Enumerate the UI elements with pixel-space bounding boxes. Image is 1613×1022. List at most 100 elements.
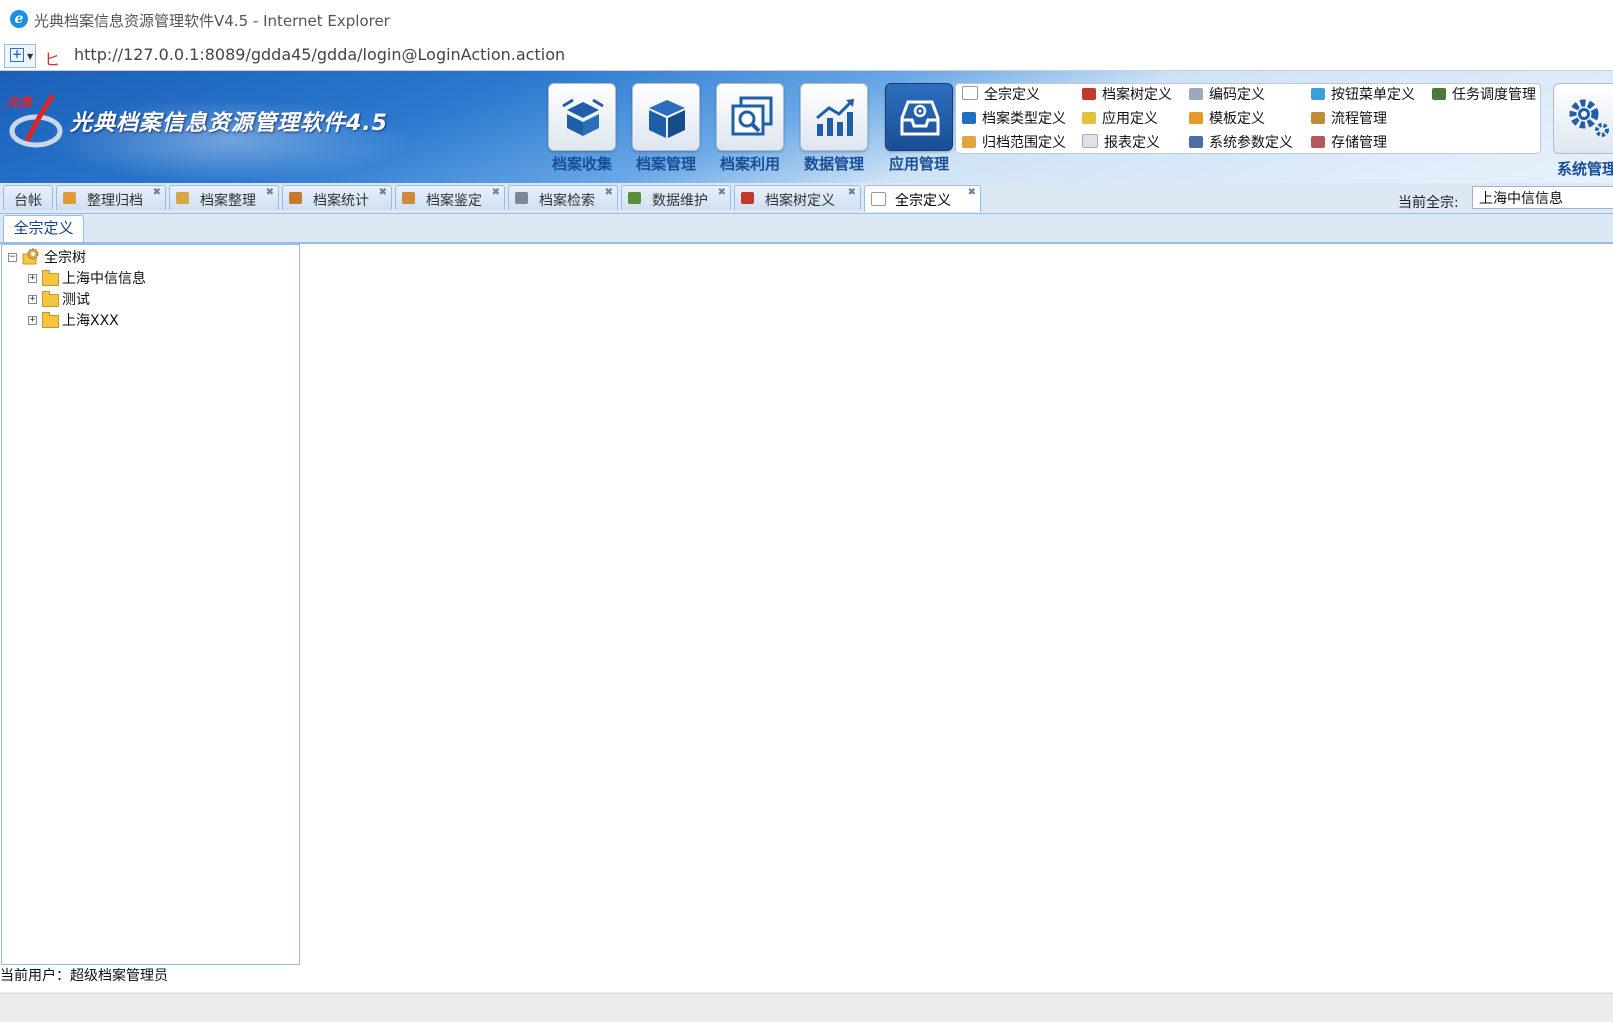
module-archive-collect[interactable]: 档案收集 (548, 71, 616, 173)
workflow-icon (1311, 112, 1325, 124)
menu-item-app-def[interactable]: 应用定义 (1082, 108, 1158, 128)
tab-label: 档案整理 (200, 193, 256, 209)
menu-item-report-def[interactable]: 报表定义 (1082, 132, 1160, 152)
module-icon-box (885, 83, 953, 151)
archive-type-icon (962, 112, 976, 124)
chevron-down-icon: ▼ (27, 52, 34, 61)
tab-data-maintenance[interactable]: 数据维护 ✖ (621, 185, 731, 210)
tools-icon (515, 192, 528, 204)
tree-node-label: 上海中信信息 (62, 271, 146, 287)
module-label: 系统管理 (1557, 160, 1613, 178)
module-label: 应用管理 (888, 155, 949, 173)
module-label: 档案管理 (635, 155, 696, 173)
expand-toggle-icon[interactable]: + (28, 295, 37, 304)
subtab-zong-def[interactable]: 全宗定义 (3, 215, 84, 242)
close-icon[interactable]: ✖ (492, 187, 500, 198)
app-tray-gear-icon (900, 100, 940, 136)
brand-logo-icon: 光典 (6, 94, 63, 148)
menu-item-label: 系统参数定义 (1209, 135, 1293, 151)
close-icon[interactable]: ✖ (266, 187, 274, 198)
module-icon-box (800, 83, 868, 151)
tab-label: 台帐 (14, 193, 42, 209)
menu-item-button-menu-def[interactable]: 按钮菜单定义 (1311, 84, 1415, 104)
menu-item-code-def[interactable]: 编码定义 (1189, 84, 1265, 104)
browser-status-bar (0, 993, 1613, 1022)
current-user-text: 当前用户：超级档案管理员 (0, 968, 168, 984)
collapse-toggle-icon[interactable]: − (8, 253, 17, 262)
menu-item-label: 报表定义 (1104, 135, 1160, 151)
menu-item-label: 档案类型定义 (982, 111, 1066, 127)
handshake-icon (63, 192, 76, 204)
module-archive-manage[interactable]: 档案管理 (632, 71, 700, 173)
tab-label: 数据维护 (652, 193, 708, 209)
tab-archive-organize[interactable]: 档案整理 ✖ (169, 185, 279, 210)
app-manage-menu: 全宗定义 档案树定义 编码定义 按钮菜单定义 任务调度管理 档案类型定义 应用定… (955, 83, 1541, 154)
stats-icon (289, 192, 302, 204)
logo-text: 光典 (6, 95, 33, 111)
code-def-icon (1189, 88, 1203, 100)
new-tab-dropdown-button[interactable]: + ▼ (4, 44, 36, 68)
archive-scope-icon (962, 136, 976, 148)
tab-ledger[interactable]: 台帐 (3, 185, 53, 210)
menu-item-label: 归档范围定义 (982, 135, 1066, 151)
app-def-icon (1082, 112, 1096, 124)
database-icon (628, 192, 641, 204)
module-app-manage[interactable]: 应用管理 (885, 71, 953, 173)
window-title: 光典档案信息资源管理软件V4.5 - Internet Explorer (34, 12, 390, 30)
tab-bar: 台帐 整理归档 ✖ 档案整理 ✖ 档案统计 ✖ 档案鉴定 ✖ 档案检索 ✖ 数据… (0, 183, 1613, 214)
tab-archive-search[interactable]: 档案检索 ✖ (508, 185, 618, 210)
module-icon-box (632, 83, 700, 151)
menu-item-zong-def[interactable]: 全宗定义 (962, 84, 1040, 104)
template-icon (1189, 112, 1203, 124)
current-zong-field[interactable] (1472, 186, 1613, 209)
subtab-bar (0, 214, 1613, 244)
url-field[interactable]: http://127.0.0.1:8089/gdda45/gdda/login@… (74, 45, 565, 64)
module-system-manage[interactable] (1553, 83, 1613, 154)
window-titlebar: e 光典档案信息资源管理软件V4.5 - Internet Explorer (0, 0, 1613, 39)
expand-toggle-icon[interactable]: + (28, 274, 37, 283)
module-archive-use[interactable]: 档案利用 (716, 71, 784, 173)
cube-icon (649, 100, 685, 138)
gear-icon (1569, 99, 1609, 137)
tab-organize-archive[interactable]: 整理归档 ✖ (56, 185, 166, 210)
page-icon (962, 86, 978, 100)
close-icon[interactable]: ✖ (718, 187, 726, 198)
folder-icon (42, 291, 59, 307)
menu-item-system-param-def[interactable]: 系统参数定义 (1189, 132, 1293, 152)
tab-label: 整理归档 (87, 193, 143, 209)
tab-label: 档案检索 (539, 193, 595, 209)
plus-icon: + (10, 47, 24, 62)
tree-node-label: 测试 (62, 292, 90, 308)
internet-explorer-icon: e (10, 10, 28, 28)
module-icon-box (716, 83, 784, 151)
search-documents-icon (731, 96, 773, 136)
tab-label: 档案树定义 (765, 193, 835, 209)
menu-item-workflow[interactable]: 流程管理 (1311, 108, 1387, 128)
tab-archive-tree-def[interactable]: 档案树定义 ✖ (734, 185, 861, 210)
tree-def-icon (1082, 88, 1096, 100)
menu-item-storage[interactable]: 存储管理 (1311, 132, 1387, 152)
module-icon-box (548, 83, 616, 151)
module-label: 档案利用 (719, 155, 780, 173)
menu-item-tree-def[interactable]: 档案树定义 (1082, 84, 1172, 104)
tab-archive-stats[interactable]: 档案统计 ✖ (282, 185, 392, 210)
close-icon[interactable]: ✖ (848, 187, 856, 198)
menu-item-label: 模板定义 (1209, 111, 1265, 127)
close-icon[interactable]: ✖ (379, 187, 387, 198)
module-label: 档案收集 (551, 155, 612, 173)
tree-node-label: 上海XXX (62, 313, 119, 329)
tree-node-label: 全宗树 (44, 250, 86, 266)
menu-item-template-def[interactable]: 模板定义 (1189, 108, 1265, 128)
menu-item-task-schedule[interactable]: 任务调度管理 (1432, 84, 1536, 104)
expand-toggle-icon[interactable]: + (28, 316, 37, 325)
module-data-manage[interactable]: 数据管理 (800, 71, 868, 173)
tab-zong-def[interactable]: 全宗定义 ✖ (864, 185, 981, 212)
close-icon[interactable]: ✖ (968, 187, 976, 198)
close-icon[interactable]: ✖ (605, 187, 613, 198)
menu-item-archive-type-def[interactable]: 档案类型定义 (962, 108, 1066, 128)
tab-archive-appraise[interactable]: 档案鉴定 ✖ (395, 185, 505, 210)
close-icon[interactable]: ✖ (153, 187, 161, 198)
menu-item-archive-scope-def[interactable]: 归档范围定义 (962, 132, 1066, 152)
system-param-icon (1189, 136, 1203, 148)
tree-def-icon (741, 192, 754, 204)
